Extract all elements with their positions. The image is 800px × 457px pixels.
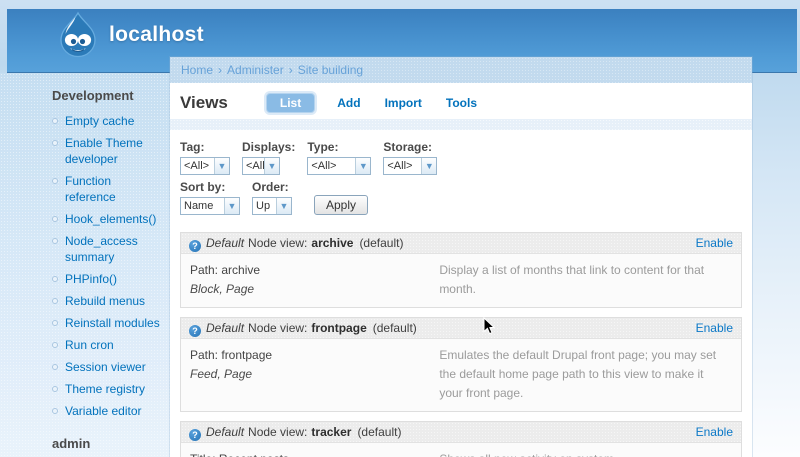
view-description: Display a list of months that link to co… — [439, 263, 705, 296]
sidebar-item-session-viewer[interactable]: Session viewer — [30, 356, 164, 378]
sidebar-item-node-access-summary[interactable]: Node_access summary — [30, 230, 164, 268]
storage-filter-select[interactable]: <All> ▼ — [383, 157, 438, 175]
displays-filter-label: Displays: — [242, 140, 296, 154]
views-filter-form: Tag: <All>▼ Displays: <All>▼ Type: <All>… — [170, 130, 752, 215]
sidebar-item-variable-editor[interactable]: Variable editor — [30, 400, 164, 422]
sidebar-item-empty-cache[interactable]: Empty cache — [30, 110, 164, 132]
dropdown-arrow-icon[interactable]: ▼ — [214, 158, 229, 174]
view-path: Path: frontpage — [190, 348, 273, 362]
view-row-archive: ? Default Node view: archive (default) Enabl… — [180, 232, 742, 308]
page-title: Views — [180, 92, 228, 112]
tab-list[interactable]: List — [265, 92, 316, 113]
view-type-label: Node view: — [248, 236, 308, 250]
type-filter-select[interactable]: <All> ▼ — [307, 157, 372, 175]
tab-strip — [170, 119, 752, 130]
breadcrumb-separator: › — [288, 63, 293, 77]
sidebar-item-reinstall-modules[interactable]: Reinstall modules — [30, 312, 164, 334]
sidebar-heading-admin: admin — [52, 436, 91, 451]
leaf-bullet-icon — [52, 408, 58, 414]
view-title: Title: Recent posts — [190, 450, 439, 457]
view-description: Emulates the default Drupal front page; … — [439, 348, 717, 400]
default-label: Default — [206, 236, 245, 250]
storage-filter-label: Storage: — [383, 140, 433, 154]
dropdown-arrow-icon[interactable]: ▼ — [224, 198, 239, 214]
enable-link[interactable]: Enable — [696, 426, 733, 439]
view-row-header: ? Default Node view: frontpage (default) Ena… — [181, 318, 741, 339]
sidebar-item-hook-elements[interactable]: Hook_elements() — [30, 208, 164, 230]
breadcrumb: Home › Administer › Site building — [170, 57, 752, 83]
order-select[interactable]: Up ▼ — [252, 197, 292, 215]
type-filter-label: Type: — [307, 140, 339, 154]
leaf-bullet-icon — [52, 276, 58, 282]
dropdown-arrow-icon[interactable]: ▼ — [355, 158, 371, 174]
view-displays: Block, Page — [190, 282, 255, 296]
views-list: ? Default Node view: archive (default) Enabl… — [170, 220, 752, 457]
breadcrumb-home[interactable]: Home — [181, 63, 213, 77]
view-row-frontpage: ? Default Node view: frontpage (default) Ena… — [180, 317, 742, 412]
dropdown-arrow-icon[interactable]: ▼ — [264, 158, 279, 174]
view-row-header: ? Default Node view: tracker (default) Enabl… — [181, 422, 741, 443]
sidebar-item-run-cron[interactable]: Run cron — [30, 334, 164, 356]
enable-link[interactable]: Enable — [696, 237, 733, 250]
leaf-bullet-icon — [52, 140, 58, 146]
sort-by-label: Sort by: — [180, 180, 226, 194]
default-label: Default — [206, 425, 245, 439]
view-row-header: ? Default Node view: archive (default) Enabl… — [181, 233, 741, 254]
drupal-logo-icon[interactable] — [54, 11, 102, 59]
help-icon[interactable]: ? — [189, 429, 201, 441]
tag-filter-select[interactable]: <All> ▼ — [180, 157, 230, 175]
leaf-bullet-icon — [52, 342, 58, 348]
help-icon[interactable]: ? — [189, 325, 201, 337]
breadcrumb-separator: › — [218, 63, 223, 77]
leaf-bullet-icon — [52, 298, 58, 304]
sidebar-item-enable-theme-developer[interactable]: Enable Theme developer — [30, 132, 164, 170]
site-name[interactable]: localhost — [109, 23, 204, 47]
displays-filter-select[interactable]: <All>▼ — [242, 157, 280, 175]
dropdown-arrow-icon[interactable]: ▼ — [276, 198, 291, 214]
view-name: tracker — [311, 425, 352, 439]
leaf-bullet-icon — [52, 238, 58, 244]
dropdown-arrow-icon[interactable]: ▼ — [421, 158, 437, 174]
sidebar: Development Empty cache Enable Theme dev… — [0, 73, 170, 457]
view-row-tracker: ? Default Node view: tracker (default) Enabl… — [180, 421, 742, 457]
view-displays: Feed, Page — [190, 367, 253, 381]
enable-link[interactable]: Enable — [696, 322, 733, 335]
breadcrumb-site-building[interactable]: Site building — [298, 63, 363, 77]
view-name: archive — [311, 236, 354, 250]
view-type-label: Node view: — [248, 321, 308, 335]
view-description: Shows all new activity on system. — [439, 450, 732, 457]
sidebar-item-rebuild-menus[interactable]: Rebuild menus — [30, 290, 164, 312]
view-status: (default) — [359, 236, 404, 250]
tab-add[interactable]: Add — [337, 96, 360, 110]
order-label: Order: — [252, 180, 289, 194]
sort-by-select[interactable]: Name ▼ — [180, 197, 240, 215]
leaf-bullet-icon — [52, 118, 58, 124]
sidebar-item-function-reference[interactable]: Function reference — [30, 170, 164, 208]
leaf-bullet-icon — [52, 320, 58, 326]
leaf-bullet-icon — [52, 216, 58, 222]
sidebar-heading-development: Development — [52, 88, 134, 103]
leaf-bullet-icon — [52, 178, 58, 184]
leaf-bullet-icon — [52, 386, 58, 392]
primary-tabs: List Add Import Tools — [265, 92, 501, 113]
view-path: Path: archive — [190, 263, 261, 277]
sidebar-item-theme-registry[interactable]: Theme registry — [30, 378, 164, 400]
content-panel: Home › Administer › Site building Views List… — [170, 57, 752, 457]
sidebar-item-phpinfo[interactable]: PHPinfo() — [30, 268, 164, 290]
view-type-label: Node view: — [248, 425, 308, 439]
tab-import[interactable]: Import — [385, 96, 422, 110]
breadcrumb-administer[interactable]: Administer — [227, 63, 284, 77]
view-status: (default) — [372, 321, 417, 335]
apply-button[interactable]: Apply — [314, 195, 369, 215]
view-name: frontpage — [311, 321, 367, 335]
leaf-bullet-icon — [52, 364, 58, 370]
tag-filter-label: Tag: — [180, 140, 205, 154]
help-icon[interactable]: ? — [189, 240, 201, 252]
tab-tools[interactable]: Tools — [446, 96, 477, 110]
development-menu: Empty cache Enable Theme developer Funct… — [30, 110, 164, 422]
default-label: Default — [206, 321, 245, 335]
view-status: (default) — [357, 425, 402, 439]
